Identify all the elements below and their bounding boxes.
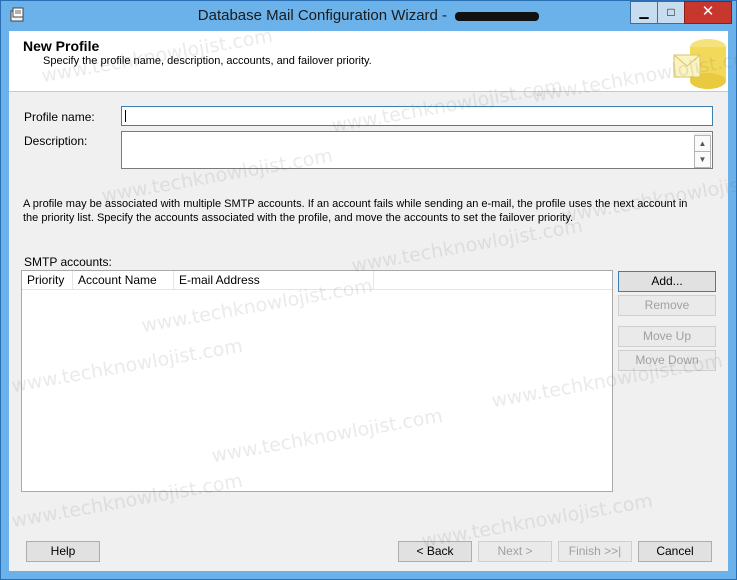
database-mail-wizard-art — [673, 39, 726, 89]
title-bar[interactable]: Database Mail Configuration Wizard - ▁ □… — [1, 1, 736, 31]
page-title: New Profile — [23, 38, 100, 54]
wizard-header: New Profile Specify the profile name, de… — [9, 31, 728, 92]
wizard-client-area: New Profile Specify the profile name, de… — [9, 31, 728, 571]
close-button[interactable]: ✕ — [684, 1, 732, 24]
text-caret — [125, 110, 126, 122]
window-title: Database Mail Configuration Wizard - — [197, 7, 448, 24]
move-down-button[interactable]: Move Down — [618, 350, 716, 371]
add-button[interactable]: Add... — [618, 271, 716, 292]
column-priority[interactable]: Priority — [22, 271, 73, 289]
minimize-button[interactable]: ▁ — [630, 1, 658, 24]
column-account-name[interactable]: Account Name — [73, 271, 174, 289]
redacted-server-name — [455, 11, 540, 21]
help-button[interactable]: Help — [26, 541, 100, 562]
profile-name-input[interactable] — [121, 106, 713, 126]
list-header: Priority Account Name E-mail Address — [22, 271, 612, 290]
page-description: Specify the profile name, description, a… — [43, 55, 372, 67]
smtp-accounts-label: SMTP accounts: — [24, 255, 112, 269]
profile-name-label: Profile name: — [24, 110, 95, 124]
scroll-up-icon[interactable]: ▲ — [694, 135, 711, 152]
next-button[interactable]: Next > — [478, 541, 552, 562]
scroll-down-icon[interactable]: ▼ — [694, 151, 711, 168]
description-label: Description: — [24, 134, 88, 148]
move-up-button[interactable]: Move Up — [618, 326, 716, 347]
maximize-button[interactable]: □ — [657, 1, 685, 24]
remove-button[interactable]: Remove — [618, 295, 716, 316]
column-email-address[interactable]: E-mail Address — [174, 271, 374, 289]
description-input[interactable]: ▲ ▼ — [121, 131, 713, 169]
smtp-accounts-list[interactable]: Priority Account Name E-mail Address — [21, 270, 613, 492]
back-button[interactable]: < Back — [398, 541, 472, 562]
finish-button[interactable]: Finish >>| — [558, 541, 632, 562]
cancel-button[interactable]: Cancel — [638, 541, 712, 562]
failover-info-text: A profile may be associated with multipl… — [23, 198, 688, 224]
description-scrollbar[interactable]: ▲ ▼ — [694, 133, 711, 168]
wizard-window: Database Mail Configuration Wizard - ▁ □… — [0, 0, 737, 580]
